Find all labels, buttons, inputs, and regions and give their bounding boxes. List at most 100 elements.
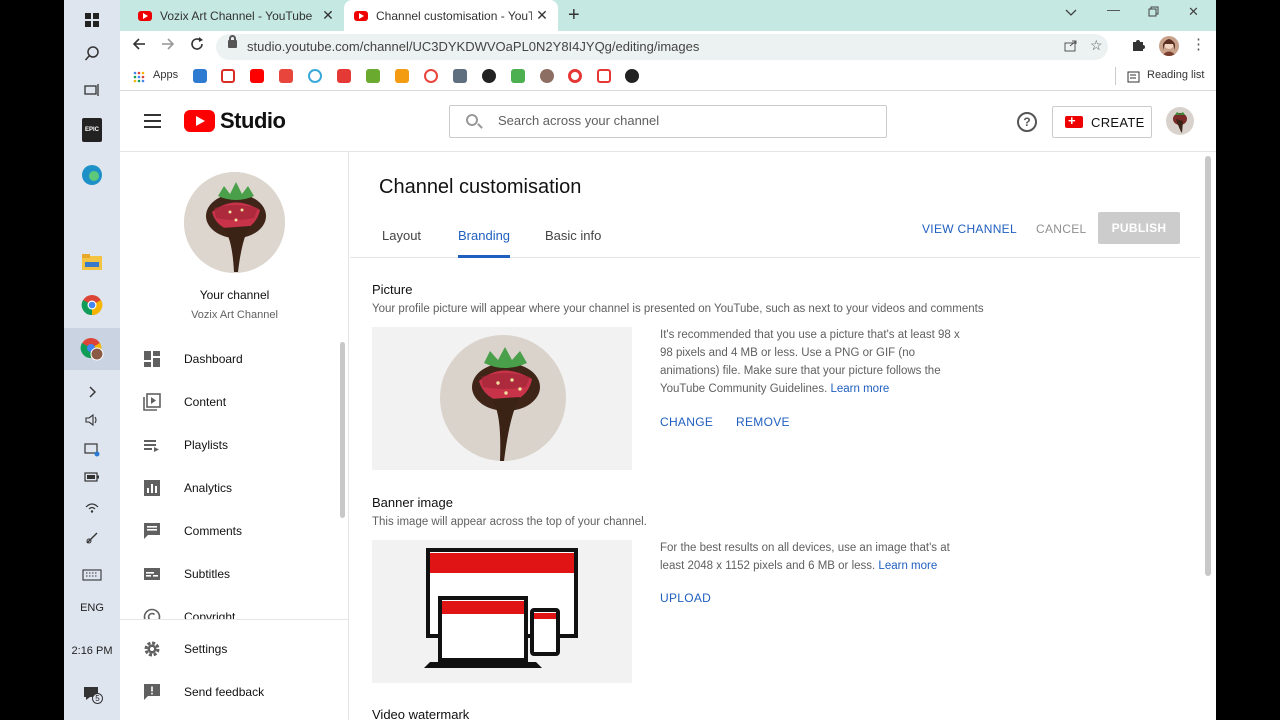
bookmark-13-icon[interactable] <box>540 69 554 83</box>
bookmark-15-icon[interactable] <box>597 69 611 83</box>
profile-avatar-icon[interactable] <box>1159 36 1179 56</box>
reading-list[interactable]: Reading list <box>1147 69 1204 81</box>
sidebar-item-subtitles[interactable]: Subtitles <box>120 552 340 595</box>
bookmarks-divider <box>1115 67 1116 85</box>
cloud-icon[interactable] <box>308 69 322 83</box>
watermark-section-title: Video watermark <box>372 707 470 720</box>
view-channel-button[interactable]: VIEW CHANNEL <box>922 222 1017 236</box>
copyright-icon <box>143 608 161 619</box>
account-avatar[interactable] <box>1166 107 1194 135</box>
share-icon[interactable] <box>1064 39 1078 55</box>
menu-icon[interactable] <box>144 114 161 128</box>
bookmark-apps[interactable]: Apps <box>153 69 178 81</box>
language-indicator[interactable]: ENG <box>64 602 120 614</box>
remove-picture-button[interactable]: REMOVE <box>736 415 790 429</box>
studio-logo-text[interactable]: Studio <box>220 108 286 134</box>
youtube-favicon-icon <box>138 10 152 21</box>
sidebar-scrollbar[interactable] <box>340 342 345 518</box>
upload-banner-button[interactable]: UPLOAD <box>660 591 711 605</box>
bookmark-star-icon[interactable]: ☆ <box>1090 37 1103 54</box>
sidebar-item-label: Analytics <box>184 480 233 495</box>
globe-icon[interactable] <box>482 69 496 83</box>
epic-games-icon[interactable]: EPIC <box>64 110 120 150</box>
reading-list-icon[interactable] <box>1127 70 1140 88</box>
tab-channel-customisation[interactable]: Channel customisation - YouTube Studio ✕ <box>344 0 558 31</box>
bookmark-1-icon[interactable] <box>193 69 207 83</box>
target-icon[interactable] <box>568 69 582 83</box>
banner-learn-more-link[interactable]: Learn more <box>878 560 937 572</box>
sidebar-item-settings[interactable]: Settings <box>120 627 340 670</box>
task-view-icon[interactable] <box>64 70 120 110</box>
more-vert-icon[interactable]: ⋮ <box>1191 35 1206 53</box>
sidebar-item-dashboard[interactable]: Dashboard <box>120 337 340 380</box>
channel-avatar[interactable] <box>184 172 285 273</box>
your-channel-label[interactable]: Your channel <box>120 288 349 302</box>
youtube-logo-icon[interactable] <box>184 110 215 132</box>
edge-icon[interactable] <box>64 155 120 195</box>
restore-icon[interactable] <box>1148 5 1159 20</box>
sidebar-item-copyright[interactable]: Copyright <box>120 595 340 619</box>
main-content: Channel customisation Layout Branding Ba… <box>350 152 1216 720</box>
close-icon[interactable]: ✕ <box>318 7 338 24</box>
bookmark-12-icon[interactable] <box>511 69 525 83</box>
analytics-icon <box>143 479 161 497</box>
notification-count-badge: 5 <box>92 693 103 704</box>
sidebar-item-label: Comments <box>184 523 243 538</box>
sidebar-item-playlists[interactable]: Playlists <box>120 423 340 466</box>
sidebar-item-send-feedback[interactable]: Send feedback <box>120 670 340 713</box>
close-icon[interactable]: ✕ <box>532 7 552 24</box>
picture-learn-more-link[interactable]: Learn more <box>830 383 889 395</box>
tab-selected-indicator <box>458 255 510 258</box>
channel-search[interactable] <box>449 105 887 138</box>
forward-arrow-icon[interactable] <box>161 37 175 56</box>
gmail-icon[interactable] <box>221 69 235 83</box>
back-arrow-icon[interactable] <box>132 37 146 56</box>
tab-layout[interactable]: Layout <box>382 228 421 243</box>
globe-icon-2[interactable] <box>625 69 639 83</box>
sidebar-clip: Copyright <box>120 595 340 619</box>
file-explorer-icon[interactable] <box>64 242 120 282</box>
playlists-icon <box>143 436 161 454</box>
minimize-icon[interactable]: — <box>1107 2 1120 17</box>
bookmark-9-icon[interactable] <box>424 69 438 83</box>
address-bar[interactable]: studio.youtube.com/channel/UC3DYKDWVOaPL… <box>216 34 1108 60</box>
change-picture-button[interactable]: CHANGE <box>660 415 713 429</box>
sidebar-item-content[interactable]: Content <box>120 380 340 423</box>
bookmark-10-icon[interactable] <box>453 69 467 83</box>
chrome-icon[interactable] <box>64 285 120 325</box>
tab-search-icon[interactable] <box>1065 5 1077 20</box>
gear-icon <box>143 640 161 658</box>
new-tab-icon[interactable]: + <box>568 4 580 27</box>
main-scrollbar[interactable] <box>1205 156 1211 576</box>
youtube-studio-favicon-icon <box>354 10 368 21</box>
sidebar-item-analytics[interactable]: Analytics <box>120 466 340 509</box>
tab-title: Vozix Art Channel - YouTube <box>160 8 313 23</box>
pen-icon[interactable] <box>64 518 120 558</box>
tab-basic-info[interactable]: Basic info <box>545 228 601 243</box>
bookmark-4-icon[interactable] <box>279 69 293 83</box>
youtube-bookmark-icon[interactable] <box>250 69 264 83</box>
tab-vozix-youtube[interactable]: Vozix Art Channel - YouTube ✕ <box>128 0 344 31</box>
bookmark-8-icon[interactable] <box>395 69 409 83</box>
clock[interactable]: 2:16 PM <box>64 645 120 657</box>
notifications-icon[interactable]: 5 <box>64 674 120 714</box>
apps-grid-icon[interactable] <box>133 70 145 88</box>
bookmark-6-icon[interactable] <box>337 69 351 83</box>
lock-icon[interactable] <box>228 35 237 48</box>
extensions-puzzle-icon[interactable] <box>1131 38 1145 55</box>
create-button[interactable]: CREATE <box>1052 106 1152 138</box>
tab-branding[interactable]: Branding <box>458 228 510 243</box>
search-icon[interactable] <box>64 34 120 74</box>
search-input[interactable] <box>498 113 878 128</box>
close-window-icon[interactable]: ✕ <box>1188 4 1199 20</box>
sidebar-item-comments[interactable]: Comments <box>120 509 340 552</box>
url-text[interactable]: studio.youtube.com/channel/UC3DYKDWVOaPL… <box>247 39 699 54</box>
reload-icon[interactable] <box>190 37 204 56</box>
help-icon[interactable]: ? <box>1017 112 1037 132</box>
keyboard-icon[interactable] <box>64 555 120 595</box>
chrome-profile-icon[interactable] <box>64 328 120 370</box>
sidebar-item-label: Playlists <box>184 437 229 452</box>
cancel-button[interactable]: CANCEL <box>1036 222 1086 236</box>
bookmark-7-icon[interactable] <box>366 69 380 83</box>
publish-button[interactable]: PUBLISH <box>1098 212 1180 244</box>
